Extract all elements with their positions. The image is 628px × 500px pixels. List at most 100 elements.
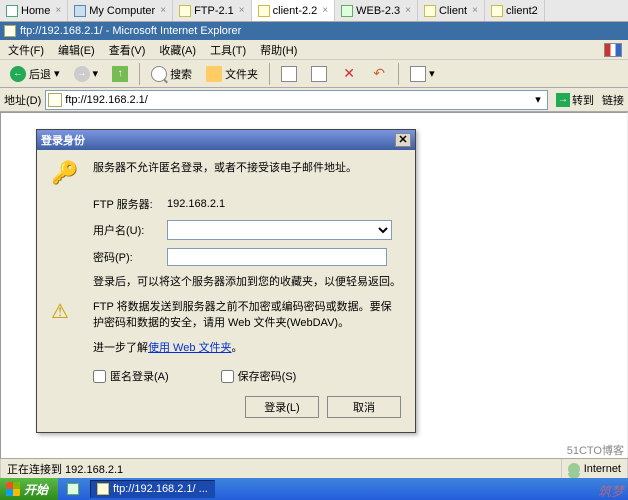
toolbar: 后退 ▾ ▾ 搜索 文件夹 ✕ ↶ ▾ [0,60,628,88]
menu-favorites[interactable]: 收藏(A) [153,40,202,60]
menu-help[interactable]: 帮助(H) [254,40,303,60]
menu-bar: 文件(F) 编辑(E) 查看(V) 收藏(A) 工具(T) 帮助(H) [0,40,628,60]
start-button[interactable]: 开始 [0,478,58,500]
folder-icon [206,66,222,82]
move-button[interactable] [275,62,303,86]
address-input[interactable] [65,94,531,106]
anonymous-checkbox-label[interactable]: 匿名登录(A) [93,368,169,384]
warning-icon [51,299,83,324]
taskbar: 开始 ftp://192.168.2.1/ ... [0,478,628,500]
delete-button[interactable]: ✕ [335,62,363,86]
menu-file[interactable]: 文件(F) [2,40,50,60]
dialog-message: 服务器不允许匿名登录，或者不接受该电子邮件地址。 [93,160,401,177]
dialog-close-button[interactable]: ✕ [395,133,411,147]
tab-client2[interactable]: client2 [485,0,545,21]
tab-web23[interactable]: WEB-2.3× [335,0,418,21]
info-text-1: 登录后，可以将这个服务器添加到您的收藏夹，以便轻易返回。 [51,274,401,291]
undo-icon: ↶ [371,66,387,82]
separator [269,63,270,85]
tab-client22[interactable]: client-2.2× [252,0,335,21]
windows-logo-icon [6,482,20,496]
address-dropdown-icon[interactable]: ▾ [531,93,545,106]
savepwd-checkbox-label[interactable]: 保存密码(S) [221,368,297,384]
tab-client[interactable]: Client× [418,0,485,21]
folders-button[interactable]: 文件夹 [200,62,264,86]
back-button[interactable]: 后退 ▾ [4,62,66,86]
tab-mycomputer[interactable]: My Computer× [68,0,173,21]
login-dialog: 登录身份 ✕ 服务器不允许匿名登录，或者不接受该电子邮件地址。 FTP 服务器:… [36,129,416,433]
internet-zone-icon [568,463,580,475]
ie-icon [4,25,16,37]
search-icon [151,66,167,82]
close-icon[interactable]: × [55,5,61,16]
undo-button[interactable]: ↶ [365,62,393,86]
vm-tabs: Home× My Computer× FTP-2.1× client-2.2× … [0,0,628,22]
status-left: 正在连接到 192.168.2.1 [0,459,562,478]
content-area: 登录身份 ✕ 服务器不允许匿名登录，或者不接受该电子邮件地址。 FTP 服务器:… [0,112,628,478]
up-icon [112,66,128,82]
password-label: 密码(P): [93,249,167,265]
search-button[interactable]: 搜索 [145,62,198,86]
windows-flag-icon [604,43,622,57]
computer-icon [74,5,86,17]
back-icon [10,66,26,82]
menu-edit[interactable]: 编辑(E) [52,40,101,60]
views-icon [410,66,426,82]
home-icon [6,5,18,17]
webdav-link[interactable]: 使用 Web 文件夹 [148,342,232,354]
info-text-2: FTP 将数据发送到服务器之前不加密或编码密码或数据。要保护密码和数据的安全，请… [93,299,401,332]
status-right: Internet [562,459,628,478]
delete-icon: ✕ [341,66,357,82]
close-icon[interactable]: × [239,5,245,16]
close-icon[interactable]: × [160,5,166,16]
dialog-title: 登录身份 [41,132,85,148]
close-icon[interactable]: × [472,5,478,16]
vm-icon [179,5,191,17]
address-bar: 地址(D) ▾ 转到 链接 [0,88,628,112]
password-input[interactable] [167,248,387,266]
separator [398,63,399,85]
status-bar: 正在连接到 192.168.2.1 Internet [0,458,628,478]
go-icon [556,93,570,107]
vm-icon [491,5,503,17]
anonymous-checkbox[interactable] [93,370,106,383]
moveto-icon [281,66,297,82]
go-button[interactable]: 转到 [552,90,598,110]
up-button[interactable] [106,62,134,86]
separator [139,63,140,85]
webdav-link-row: 进一步了解使用 Web 文件夹。 [51,340,401,357]
forward-icon [74,66,90,82]
username-input[interactable] [167,220,392,240]
key-icon [51,160,83,186]
server-label: FTP 服务器: [93,196,167,212]
cancel-button[interactable]: 取消 [327,396,401,418]
server-value: 192.168.2.1 [167,198,225,210]
username-label: 用户名(U): [93,222,167,238]
window-titlebar: ftp://192.168.2.1/ - Microsoft Internet … [0,22,628,40]
links-label[interactable]: 链接 [602,92,624,108]
ie-icon [67,483,79,495]
dialog-titlebar[interactable]: 登录身份 ✕ [37,130,415,150]
copyto-icon [311,66,327,82]
tab-home[interactable]: Home× [0,0,68,21]
address-label: 地址(D) [4,92,41,108]
corner-watermark: 筑梦 [598,481,624,500]
folder-icon [48,93,62,107]
forward-button[interactable]: ▾ [68,62,105,86]
quicklaunch-ie[interactable] [60,480,86,498]
views-button[interactable]: ▾ [404,62,441,86]
savepwd-checkbox[interactable] [221,370,234,383]
close-icon[interactable]: × [405,5,411,16]
vm-icon [258,5,270,17]
vm-icon [341,5,353,17]
folder-icon [97,483,109,495]
tab-ftp21[interactable]: FTP-2.1× [173,0,252,21]
address-input-wrap[interactable]: ▾ [45,90,548,110]
copy-button[interactable] [305,62,333,86]
login-button[interactable]: 登录(L) [245,396,319,418]
menu-tools[interactable]: 工具(T) [204,40,252,60]
close-icon[interactable]: × [322,5,328,16]
watermark-text: 51CTO博客 [567,442,624,458]
menu-view[interactable]: 查看(V) [103,40,152,60]
taskbar-ftp-window[interactable]: ftp://192.168.2.1/ ... [90,480,215,498]
